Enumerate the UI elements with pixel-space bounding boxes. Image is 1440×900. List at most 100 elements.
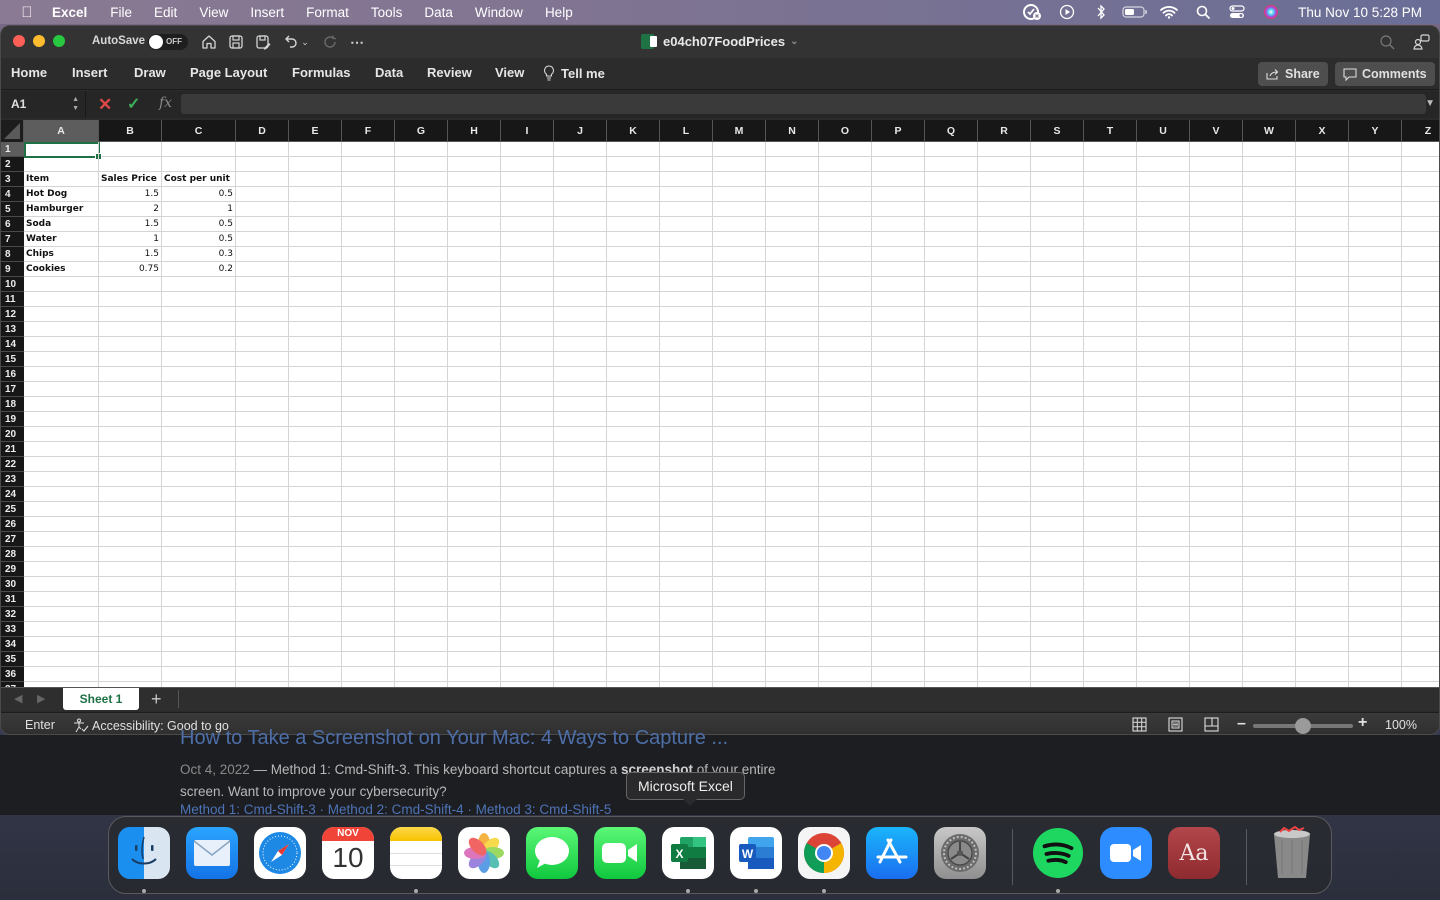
cell-C4[interactable]: 0.5 bbox=[162, 187, 236, 202]
row-header-10[interactable]: 10 bbox=[1, 277, 24, 292]
sheet-tab-sheet1[interactable]: Sheet 1 bbox=[63, 688, 139, 710]
row-header-17[interactable]: 17 bbox=[1, 382, 24, 397]
cell-C5[interactable]: 1 bbox=[162, 202, 236, 217]
column-header-R[interactable]: R bbox=[978, 120, 1031, 142]
formula-input[interactable] bbox=[181, 94, 1426, 114]
row-header-22[interactable]: 22 bbox=[1, 457, 24, 472]
menu-insert[interactable]: Insert bbox=[250, 5, 284, 20]
play-icon[interactable] bbox=[1050, 4, 1084, 20]
cell-B7[interactable]: 1 bbox=[99, 232, 162, 247]
dock-google-chrome[interactable] bbox=[798, 827, 850, 879]
home-icon[interactable] bbox=[199, 32, 219, 52]
menu-clock[interactable]: Thu Nov 10 5:28 PM bbox=[1298, 5, 1422, 20]
name-box[interactable]: A1 ▲ ▼ bbox=[1, 91, 86, 118]
tab-home[interactable]: Home bbox=[11, 65, 47, 80]
row-header-4[interactable]: 4 bbox=[1, 187, 24, 202]
dock-notes[interactable] bbox=[390, 827, 442, 879]
row-header-19[interactable]: 19 bbox=[1, 412, 24, 427]
tab-data[interactable]: Data bbox=[375, 65, 403, 80]
row-header-30[interactable]: 30 bbox=[1, 577, 24, 592]
worksheet-grid[interactable]: ABCDEFGHIJKLMNOPQRSTUVWXYZ 1 2 3 4 5 6 7 8 9 10 11… bbox=[1, 120, 1439, 687]
cancel-entry-icon[interactable]: ✕ bbox=[98, 95, 112, 115]
row-header-35[interactable]: 35 bbox=[1, 652, 24, 667]
column-header-Z[interactable]: Z bbox=[1402, 120, 1439, 142]
dock-zoom[interactable] bbox=[1100, 827, 1152, 879]
zoom-window-button[interactable] bbox=[53, 35, 65, 47]
zoom-out-button[interactable]: – bbox=[1237, 715, 1246, 733]
cell-A7[interactable]: Water bbox=[24, 232, 99, 247]
menu-help[interactable]: Help bbox=[545, 5, 573, 20]
row-header-9[interactable]: 9 bbox=[1, 262, 24, 277]
row-header-15[interactable]: 15 bbox=[1, 352, 24, 367]
row-header-5[interactable]: 5 bbox=[1, 202, 24, 217]
column-header-H[interactable]: H bbox=[448, 120, 501, 142]
spotlight-search-icon[interactable] bbox=[1186, 5, 1220, 20]
row-header-14[interactable]: 14 bbox=[1, 337, 24, 352]
dock-app-store[interactable] bbox=[866, 827, 918, 879]
row-header-3[interactable]: 3 bbox=[1, 172, 24, 187]
row-header-6[interactable]: 6 bbox=[1, 217, 24, 232]
column-header-K[interactable]: K bbox=[607, 120, 660, 142]
tell-me-box[interactable]: Tell me bbox=[543, 65, 605, 81]
tab-view[interactable]: View bbox=[495, 65, 524, 80]
cell-A6[interactable]: Soda bbox=[24, 217, 99, 232]
column-header-D[interactable]: D bbox=[236, 120, 289, 142]
dock-microsoft-excel[interactable]: X bbox=[662, 827, 714, 879]
cell-A3[interactable]: Item bbox=[24, 172, 99, 187]
dock-safari[interactable] bbox=[254, 827, 306, 879]
menu-app-name[interactable]: Excel bbox=[52, 5, 87, 20]
confirm-entry-icon[interactable]: ✓ bbox=[127, 94, 140, 114]
zoom-percentage[interactable]: 100% bbox=[1385, 718, 1417, 732]
dock-finder[interactable] bbox=[118, 827, 170, 879]
row-header-32[interactable]: 32 bbox=[1, 607, 24, 622]
column-header-V[interactable]: V bbox=[1190, 120, 1243, 142]
menu-window[interactable]: Window bbox=[475, 5, 523, 20]
dock-photos[interactable] bbox=[458, 827, 510, 879]
zoom-in-button[interactable]: + bbox=[1358, 714, 1367, 732]
cell-A5[interactable]: Hamburger bbox=[24, 202, 99, 217]
cell-B4[interactable]: 1.5 bbox=[99, 187, 162, 202]
menu-edit[interactable]: Edit bbox=[154, 5, 177, 20]
search-icon[interactable] bbox=[1377, 32, 1397, 52]
row-header-21[interactable]: 21 bbox=[1, 442, 24, 457]
cell-A9[interactable]: Cookies bbox=[24, 262, 99, 277]
cell-C3[interactable]: Cost per unit bbox=[162, 172, 236, 187]
column-header-B[interactable]: B bbox=[99, 120, 162, 142]
wifi-icon[interactable] bbox=[1152, 5, 1186, 19]
cell-B3[interactable]: Sales Price bbox=[99, 172, 162, 187]
cell-C7[interactable]: 0.5 bbox=[162, 232, 236, 247]
column-header-U[interactable]: U bbox=[1137, 120, 1190, 142]
row-header-16[interactable]: 16 bbox=[1, 367, 24, 382]
insert-function-icon[interactable]: fx bbox=[159, 95, 172, 111]
autosave-toggle[interactable]: OFF bbox=[148, 34, 188, 50]
column-header-Q[interactable]: Q bbox=[925, 120, 978, 142]
column-header-M[interactable]: M bbox=[713, 120, 766, 142]
siri-icon[interactable] bbox=[1254, 4, 1288, 20]
zoom-slider[interactable] bbox=[1253, 718, 1353, 734]
column-header-L[interactable]: L bbox=[660, 120, 713, 142]
page-layout-view-icon[interactable] bbox=[1168, 717, 1184, 732]
save-icon[interactable] bbox=[226, 32, 246, 52]
row-header-1[interactable]: 1 bbox=[1, 142, 24, 157]
column-header-E[interactable]: E bbox=[289, 120, 342, 142]
row-header-23[interactable]: 23 bbox=[1, 472, 24, 487]
tab-page-layout[interactable]: Page Layout bbox=[190, 65, 267, 80]
column-header-O[interactable]: O bbox=[819, 120, 872, 142]
row-header-12[interactable]: 12 bbox=[1, 307, 24, 322]
cell-C6[interactable]: 0.5 bbox=[162, 217, 236, 232]
row-header-2[interactable]: 2 bbox=[1, 157, 24, 172]
row-header-8[interactable]: 8 bbox=[1, 247, 24, 262]
dock-dictionary[interactable]: Aa bbox=[1168, 827, 1220, 879]
cells-area[interactable]: Item Sales Price Cost per unit Hot Dog 1… bbox=[24, 142, 1439, 687]
row-header-24[interactable]: 24 bbox=[1, 487, 24, 502]
minimize-window-button[interactable] bbox=[33, 35, 45, 47]
dock-spotify[interactable] bbox=[1032, 827, 1084, 879]
apple-menu-icon[interactable]:  bbox=[18, 4, 36, 21]
row-header-20[interactable]: 20 bbox=[1, 427, 24, 442]
dock-calendar[interactable]: NOV 10 bbox=[322, 827, 374, 879]
column-header-P[interactable]: P bbox=[872, 120, 925, 142]
tab-formulas[interactable]: Formulas bbox=[292, 65, 351, 80]
row-header-27[interactable]: 27 bbox=[1, 532, 24, 547]
row-header-13[interactable]: 13 bbox=[1, 322, 24, 337]
row-header-25[interactable]: 25 bbox=[1, 502, 24, 517]
